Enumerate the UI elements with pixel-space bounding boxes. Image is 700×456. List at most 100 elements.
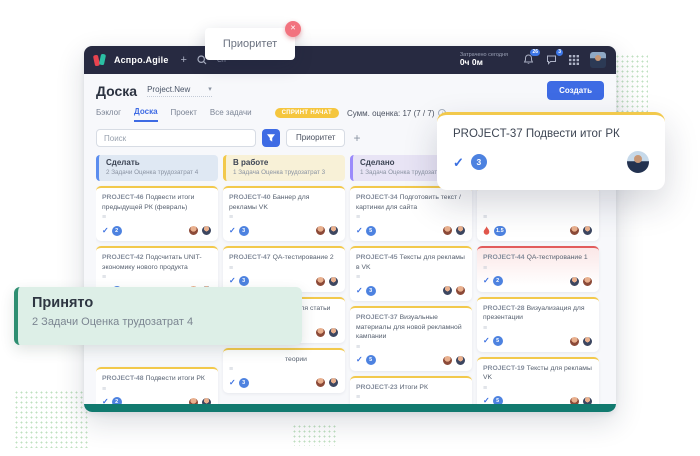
decor-dots-bottom-left xyxy=(14,390,88,448)
chat-icon[interactable]: 3 xyxy=(544,53,558,67)
description-icon: ≡ xyxy=(102,386,212,393)
assignee-avatar xyxy=(201,225,212,236)
assignee-avatar xyxy=(315,327,326,338)
check-icon: ✓ xyxy=(453,156,464,169)
user-avatar[interactable] xyxy=(590,52,606,68)
tab-board[interactable]: Доска xyxy=(134,107,157,122)
task-card[interactable]: теории ≡ ✓3 xyxy=(223,348,345,394)
estimate-badge: 3 xyxy=(239,378,249,388)
app-logo-icon xyxy=(94,54,106,66)
top-navbar: Аспро.Agile + Сп Затрачено сегодня 0ч 0м… xyxy=(84,46,616,74)
bell-icon[interactable]: 26 xyxy=(521,53,535,67)
column-header[interactable]: Сделать 2 Задачи Оценка трудозатрат 4 xyxy=(96,155,218,181)
description-icon: ≡ xyxy=(102,274,212,281)
description-icon: ≡ xyxy=(102,214,212,221)
task-card[interactable]: PROJECT-46Подвести итоги предыдущей РК (… xyxy=(96,186,218,241)
column-accepted: ≡ 1.5 PROJECT-44QA-тестирование 1 ≡ ✓2 P… xyxy=(477,155,599,412)
task-card[interactable]: PROJECT-40Баннер для рекламы VK ≡ ✓3 xyxy=(223,186,345,241)
page-header: Доска Project.New ▾ Создать xyxy=(96,81,604,100)
check-icon: ✓ xyxy=(483,337,490,345)
assignee-avatar xyxy=(582,225,593,236)
task-card[interactable]: ≡ 1.5 xyxy=(477,186,599,241)
filter-button[interactable] xyxy=(262,129,280,147)
description-icon: ≡ xyxy=(229,265,339,272)
assignee-avatar xyxy=(442,225,453,236)
app-window: Аспро.Agile + Сп Затрачено сегодня 0ч 0м… xyxy=(84,46,616,412)
estimate-badge: 5 xyxy=(366,355,376,365)
task-card-urgent[interactable]: PROJECT-44QA-тестирование 1 ≡ ✓2 xyxy=(477,246,599,292)
column-todo: Сделать 2 Задачи Оценка трудозатрат 4 PR… xyxy=(96,155,218,412)
priority-filter-chip[interactable]: Приоритет xyxy=(286,129,345,147)
priority-tooltip: Приоритет ✕ xyxy=(205,28,295,60)
tab-backlog[interactable]: Бэклог xyxy=(96,108,121,121)
bell-badge: 26 xyxy=(530,49,540,56)
description-icon: ≡ xyxy=(483,325,593,332)
task-card[interactable]: PROJECT-28Визуализация для презентации ≡… xyxy=(477,297,599,352)
funnel-icon xyxy=(266,133,276,143)
project-select-value: Project.New xyxy=(147,85,190,94)
assignee-avatar xyxy=(455,355,466,366)
sprint-status-badge: СПРИНТ НАЧАТ xyxy=(275,108,339,118)
column-header[interactable]: В работе 1 Задача Оценка трудозатрат 3 xyxy=(223,155,345,181)
task-card[interactable]: PROJECT-47QA-тестирование 2 ≡ ✓3 xyxy=(223,246,345,292)
accepted-column-callout: Принято 2 Задачи Оценка трудозатрат 4 xyxy=(14,287,302,345)
assignee-avatar xyxy=(328,377,339,388)
assignee-avatar xyxy=(442,285,453,296)
assignee-avatar xyxy=(582,336,593,347)
page-title: Доска xyxy=(96,83,137,99)
check-icon: ✓ xyxy=(229,379,236,387)
task-card[interactable]: PROJECT-34Подготовить текст / картинки д… xyxy=(350,186,472,241)
tab-all-tasks[interactable]: Все задачи xyxy=(210,108,252,121)
description-icon: ≡ xyxy=(356,274,466,281)
check-icon: ✓ xyxy=(356,227,363,235)
assignee-avatar xyxy=(569,276,580,287)
project-select[interactable]: Project.New ▾ xyxy=(147,85,212,97)
apps-grid-icon[interactable] xyxy=(567,53,581,67)
estimate-badge: 3 xyxy=(239,276,249,286)
assignee-avatar xyxy=(569,336,580,347)
estimate-badge: 3 xyxy=(471,154,487,170)
description-icon: ≡ xyxy=(229,366,339,373)
close-icon[interactable]: ✕ xyxy=(285,21,301,37)
add-filter-button[interactable]: + xyxy=(353,129,360,147)
assignee-avatar xyxy=(455,285,466,296)
navbar-right: Затрачено сегодня 0ч 0м 26 3 xyxy=(460,52,606,68)
description-icon: ≡ xyxy=(356,214,466,221)
search-input[interactable] xyxy=(96,129,256,147)
accepted-column-meta: 2 Задачи Оценка трудозатрат 4 xyxy=(32,316,288,328)
chevron-down-icon: ▾ xyxy=(208,85,212,93)
check-icon: ✓ xyxy=(229,277,236,285)
tab-project[interactable]: Проект xyxy=(171,108,197,121)
assignee-avatar xyxy=(627,151,649,173)
check-icon: ✓ xyxy=(356,356,363,364)
fire-priority-icon xyxy=(483,226,491,235)
assignee-avatar xyxy=(328,225,339,236)
decor-dots-bottom-center xyxy=(292,424,338,446)
app-title: Аспро.Agile xyxy=(114,55,169,65)
estimate-badge: 1.5 xyxy=(494,226,506,236)
create-button[interactable]: Создать xyxy=(547,81,604,100)
estimate-badge: 5 xyxy=(366,226,376,236)
chat-badge: 3 xyxy=(556,49,563,56)
estimate-badge: 3 xyxy=(366,286,376,296)
column-in-progress: В работе 1 Задача Оценка трудозатрат 3 P… xyxy=(223,155,345,412)
assignee-avatar xyxy=(328,327,339,338)
estimate-badge: 5 xyxy=(493,336,503,346)
description-icon: ≡ xyxy=(356,344,466,351)
priority-tooltip-label: Приоритет xyxy=(223,38,277,50)
check-icon: ✓ xyxy=(356,287,363,295)
task-card[interactable]: PROJECT-45Тексты для рекламы в VK ≡ ✓3 xyxy=(350,246,472,301)
description-icon: ≡ xyxy=(356,394,466,401)
description-icon: ≡ xyxy=(483,385,593,392)
quick-add-icon[interactable]: + xyxy=(181,55,187,66)
estimate-badge: 2 xyxy=(493,276,503,286)
task-card-callout[interactable]: PROJECT-37 Подвести итог РК ✓ 3 xyxy=(437,112,665,190)
assignee-avatar xyxy=(315,377,326,388)
description-icon: ≡ xyxy=(483,214,593,221)
assignee-avatar xyxy=(569,225,580,236)
assignee-avatar xyxy=(582,276,593,287)
assignee-avatar xyxy=(315,225,326,236)
column-done: Сделано 1 Задача Оценка трудозатрат 5 PR… xyxy=(350,155,472,412)
accepted-column-title: Принято xyxy=(32,295,288,311)
task-card[interactable]: PROJECT-37Визуальные материалы для новой… xyxy=(350,306,472,371)
